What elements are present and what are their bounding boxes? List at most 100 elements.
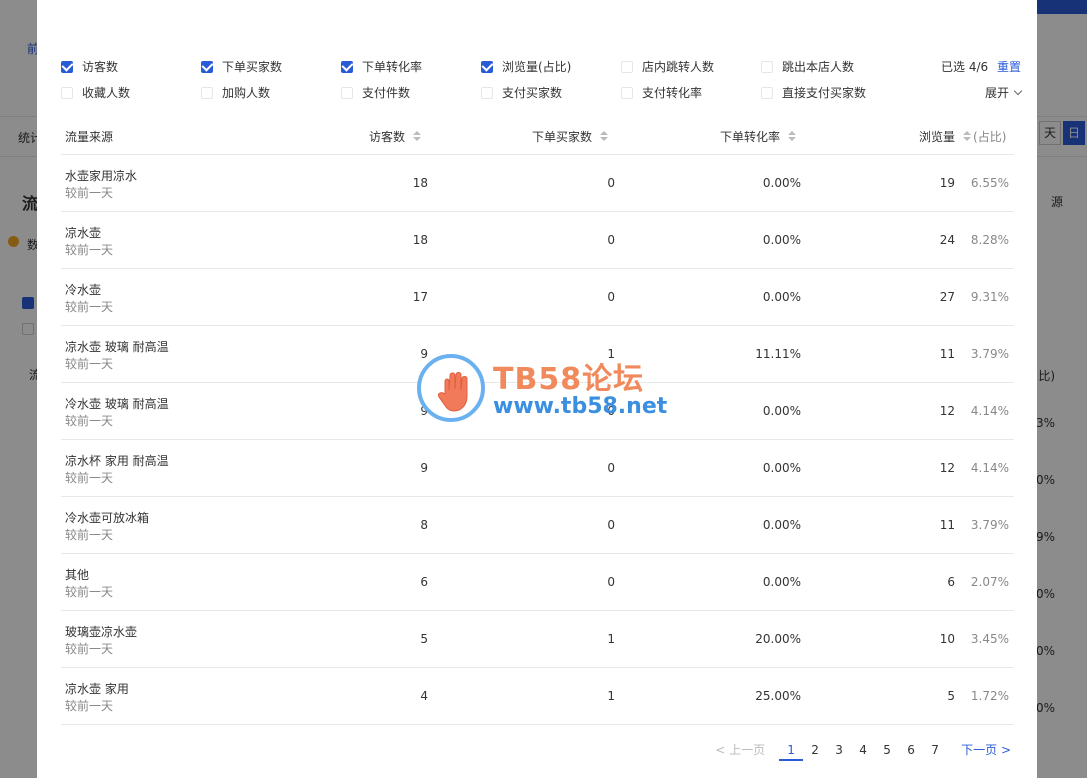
metric-checkbox-item[interactable]: 浏览量(占比) bbox=[481, 58, 571, 75]
table-header: 流量来源 访客数 下单买家数 下单转化率 浏览量 (占比) bbox=[61, 117, 1014, 155]
source-cell: 其他 bbox=[65, 568, 90, 582]
compare-label: 较前一天 bbox=[65, 414, 114, 428]
conversion-cell: 20.00% bbox=[755, 632, 801, 646]
table-body: 水壶家用凉水 较前一天 18 0 0.00% 19 6.55% 凉水壶 较前一天 18 0 0.00%… bbox=[61, 155, 1014, 725]
source-cell: 冷水壶 玻璃 耐高温 bbox=[65, 397, 169, 411]
watermark: TB58论坛 www.tb58.net bbox=[417, 352, 677, 424]
share-cell: 3.45% bbox=[970, 632, 1009, 646]
share-cell: 4.14% bbox=[970, 461, 1009, 475]
buyers-cell: 0 bbox=[607, 518, 615, 532]
buyers-cell: 0 bbox=[607, 233, 615, 247]
visitors-cell: 18 bbox=[412, 233, 428, 247]
metric-checkbox-label: 支付买家数 bbox=[502, 86, 563, 100]
page-number-button[interactable]: 6 bbox=[899, 741, 923, 761]
metric-checkbox-item[interactable]: 跳出本店人数 bbox=[761, 58, 854, 75]
source-cell: 冷水壶可放冰箱 bbox=[65, 511, 150, 525]
source-cell: 凉水壶 家用 bbox=[65, 682, 129, 696]
page-number-button[interactable]: 3 bbox=[827, 741, 851, 761]
page-number-button[interactable]: 2 bbox=[803, 741, 827, 761]
sort-icon[interactable] bbox=[413, 131, 422, 141]
pageviews-cell: 12 bbox=[939, 404, 955, 418]
conversion-cell: 11.11% bbox=[755, 347, 801, 361]
sort-icon[interactable] bbox=[600, 131, 609, 141]
prev-page-button[interactable]: < 上一页 bbox=[715, 741, 765, 761]
source-cell: 水壶家用凉水 bbox=[65, 169, 138, 183]
metric-checkbox-item[interactable]: 下单转化率 bbox=[341, 58, 422, 75]
checkbox-checked-icon[interactable] bbox=[341, 60, 353, 73]
column-header-buyers[interactable]: 下单买家数 bbox=[532, 117, 609, 155]
column-header-label: 下单转化率 bbox=[720, 129, 781, 144]
checkbox-unchecked-icon[interactable] bbox=[621, 60, 633, 73]
sort-icon[interactable] bbox=[788, 131, 797, 141]
column-header-visitors[interactable]: 访客数 bbox=[369, 117, 422, 155]
checkbox-unchecked-icon[interactable] bbox=[341, 86, 353, 99]
metric-checkbox-item[interactable]: 访客数 bbox=[61, 58, 118, 75]
chevron-down-icon bbox=[1013, 86, 1023, 96]
pageviews-cell: 11 bbox=[939, 347, 955, 361]
expand-label: 展开 bbox=[984, 86, 1009, 100]
share-cell: 9.31% bbox=[970, 290, 1009, 304]
conversion-cell: 0.00% bbox=[762, 461, 801, 475]
metric-checkbox-item[interactable]: 支付件数 bbox=[341, 84, 410, 101]
expand-toggle[interactable]: 展开 bbox=[984, 84, 1023, 101]
compare-label: 较前一天 bbox=[65, 642, 114, 656]
share-cell: 1.72% bbox=[970, 689, 1009, 703]
source-cell: 凉水壶 bbox=[65, 226, 102, 240]
checkbox-unchecked-icon[interactable] bbox=[621, 86, 633, 99]
page-number-button[interactable]: 4 bbox=[851, 741, 875, 761]
source-cell: 玻璃壶凉水壶 bbox=[65, 625, 138, 639]
metric-checkbox-label: 跳出本店人数 bbox=[782, 60, 855, 74]
compare-label: 较前一天 bbox=[65, 186, 114, 200]
checkbox-unchecked-icon[interactable] bbox=[761, 86, 773, 99]
column-header-conversion[interactable]: 下单转化率 bbox=[720, 117, 797, 155]
checkbox-checked-icon[interactable] bbox=[61, 60, 73, 73]
metric-checkbox-item[interactable]: 加购人数 bbox=[201, 84, 270, 101]
visitors-cell: 9 bbox=[420, 461, 428, 475]
reset-link[interactable]: 重置 bbox=[997, 60, 1021, 74]
metric-checkbox-item[interactable]: 直接支付买家数 bbox=[761, 84, 866, 101]
checkbox-unchecked-icon[interactable] bbox=[61, 86, 73, 99]
checkbox-unchecked-icon[interactable] bbox=[481, 86, 493, 99]
table-row: 水壶家用凉水 较前一天 18 0 0.00% 19 6.55% bbox=[61, 155, 1014, 212]
next-page-button[interactable]: 下一页 > bbox=[961, 741, 1011, 761]
visitors-cell: 5 bbox=[420, 632, 428, 646]
watermark-title: TB58论坛 bbox=[493, 362, 645, 397]
share-cell: 3.79% bbox=[970, 347, 1009, 361]
metric-checkbox-item[interactable]: 店内跳转人数 bbox=[621, 58, 714, 75]
page-number-button[interactable]: 7 bbox=[923, 741, 947, 761]
checkbox-unchecked-icon[interactable] bbox=[761, 60, 773, 73]
metric-checkbox-item[interactable]: 支付买家数 bbox=[481, 84, 562, 101]
sort-icon[interactable] bbox=[963, 131, 972, 141]
checkbox-checked-icon[interactable] bbox=[201, 60, 213, 73]
page-number-button[interactable]: 5 bbox=[875, 741, 899, 761]
page-number-button[interactable]: 1 bbox=[779, 741, 804, 761]
column-header-label: 流量来源 bbox=[65, 129, 114, 144]
traffic-source-modal: 访客数 下单买家数 下单转化率 浏览量(占比) 店内跳转人数 跳出本店人数 收藏人数 加购人… bbox=[37, 0, 1037, 778]
table-row: 冷水壶 较前一天 17 0 0.00% 27 9.31% bbox=[61, 269, 1014, 326]
checkbox-checked-icon[interactable] bbox=[481, 60, 493, 73]
compare-label: 较前一天 bbox=[65, 528, 114, 542]
selection-summary: 已选 4/6 重置 bbox=[941, 58, 1021, 75]
buyers-cell: 1 bbox=[607, 689, 615, 703]
checkbox-unchecked-icon[interactable] bbox=[201, 86, 213, 99]
pagination: < 上一页 1234567 下一页 > bbox=[715, 741, 1011, 761]
visitors-cell: 9 bbox=[420, 404, 428, 418]
visitors-cell: 8 bbox=[420, 518, 428, 532]
page-list: 1234567 bbox=[779, 741, 947, 761]
metric-checkbox-label: 下单买家数 bbox=[222, 60, 283, 74]
metric-checkbox-label: 下单转化率 bbox=[362, 60, 423, 74]
metric-checkbox-label: 收藏人数 bbox=[82, 86, 131, 100]
share-cell: 6.55% bbox=[970, 176, 1009, 190]
metric-checkbox-item[interactable]: 收藏人数 bbox=[61, 84, 130, 101]
column-header-pageviews[interactable]: 浏览量 (占比) bbox=[919, 117, 1006, 155]
table-row: 玻璃壶凉水壶 较前一天 5 1 20.00% 10 3.45% bbox=[61, 611, 1014, 668]
table-row: 凉水壶 较前一天 18 0 0.00% 24 8.28% bbox=[61, 212, 1014, 269]
metric-checkbox-item[interactable]: 下单买家数 bbox=[201, 58, 282, 75]
buyers-cell: 0 bbox=[607, 461, 615, 475]
pageviews-cell: 6 bbox=[947, 575, 955, 589]
pageviews-cell: 27 bbox=[939, 290, 955, 304]
metric-checkbox-item[interactable]: 支付转化率 bbox=[621, 84, 702, 101]
visitors-cell: 6 bbox=[420, 575, 428, 589]
compare-label: 较前一天 bbox=[65, 357, 114, 371]
share-cell: 2.07% bbox=[970, 575, 1009, 589]
